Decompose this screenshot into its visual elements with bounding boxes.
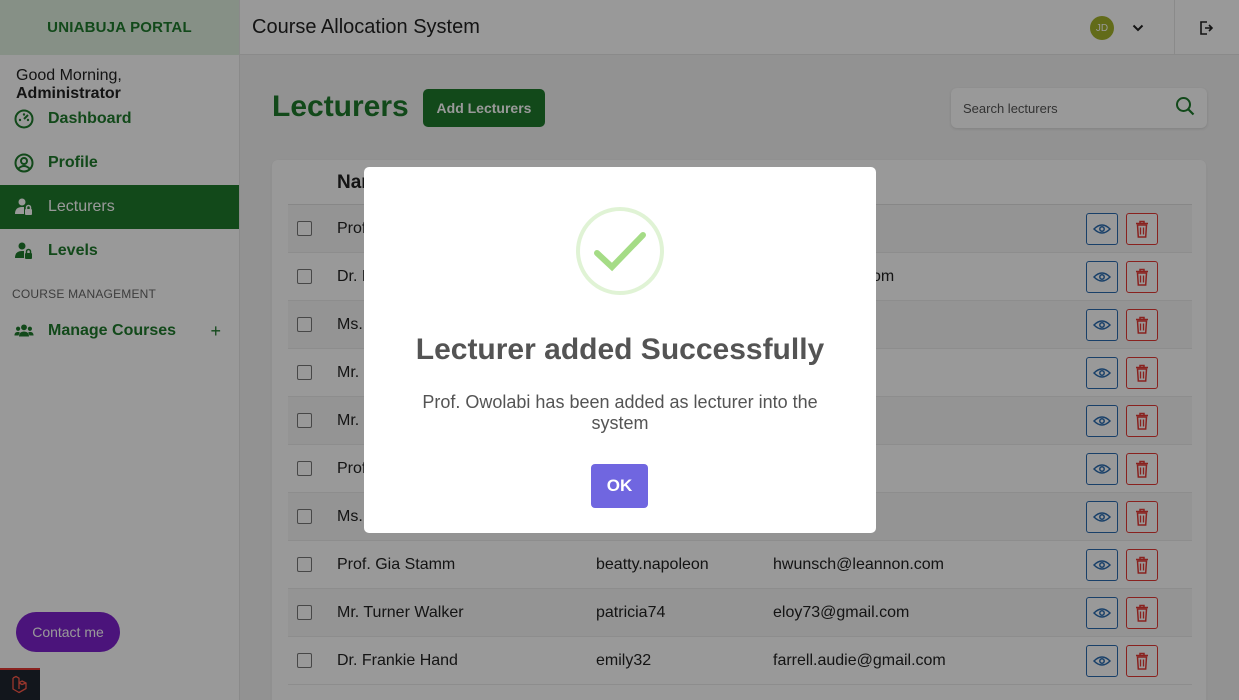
dialog-message: Prof. Owolabi has been added as lecturer… — [422, 392, 818, 433]
success-check-icon — [576, 207, 664, 295]
dialog-title: Lecturer added Successfully — [415, 333, 825, 366]
success-dialog: Lecturer added Successfully Prof. Owolab… — [364, 167, 876, 533]
ok-button[interactable]: OK — [591, 464, 648, 508]
